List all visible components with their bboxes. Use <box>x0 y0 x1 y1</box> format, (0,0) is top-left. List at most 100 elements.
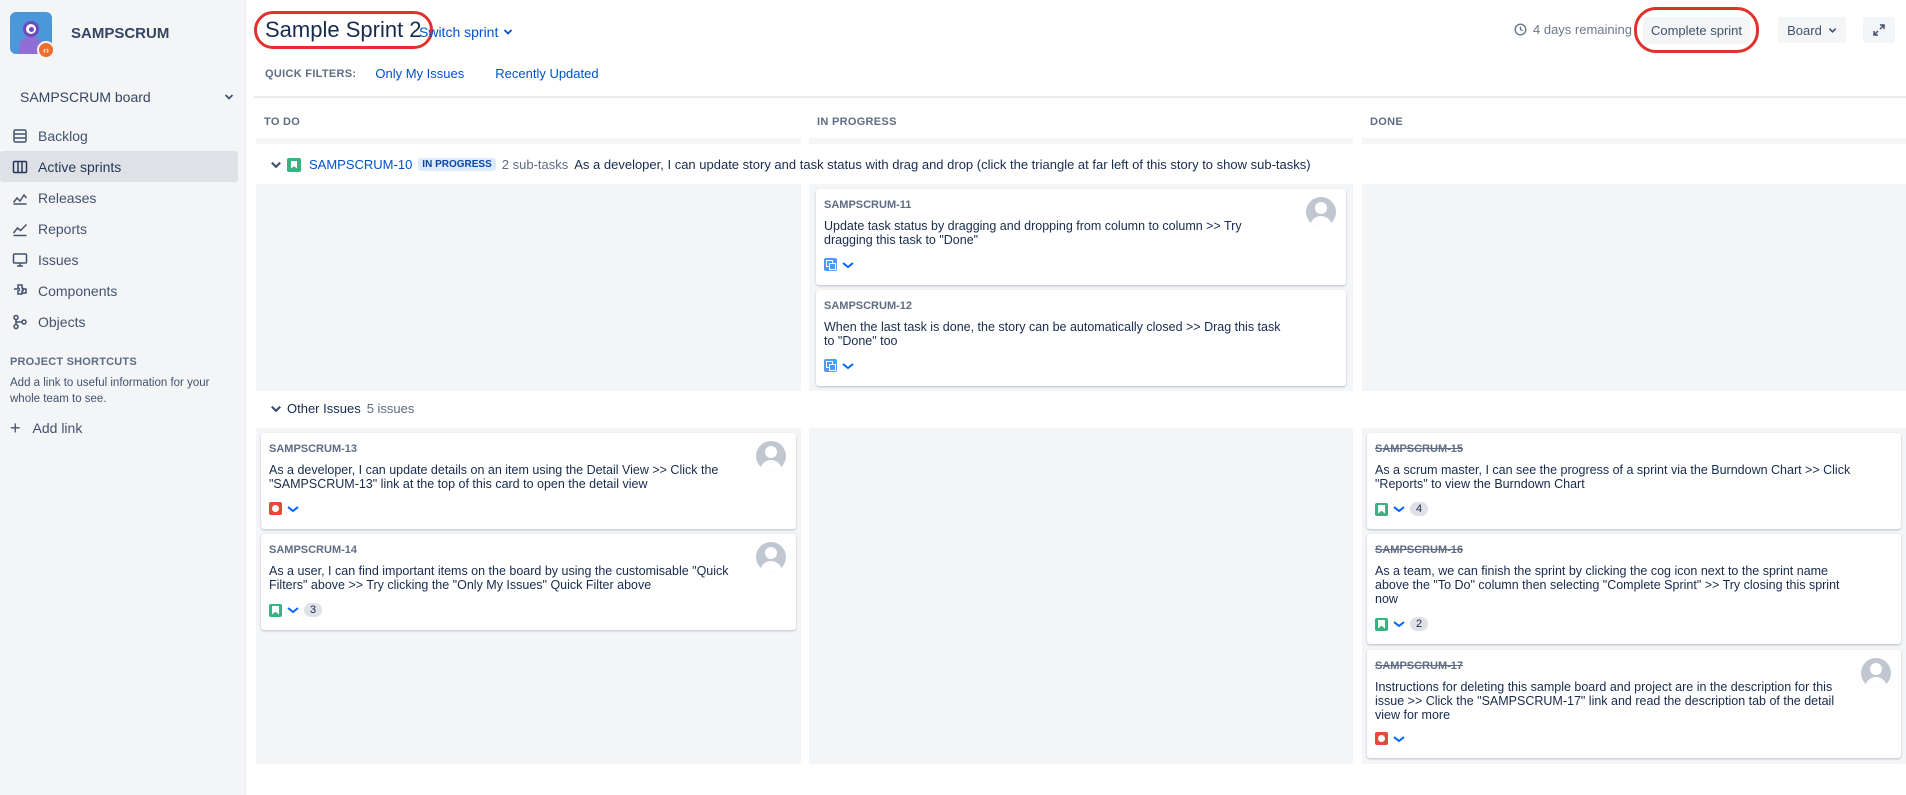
project-shortcuts-title: PROJECT SHORTCUTS <box>10 356 137 368</box>
column-header-in-progress: IN PROGRESS <box>817 116 897 128</box>
sprint-remaining: 4 days remaining <box>1514 22 1632 37</box>
sidebar-item-reports[interactable]: Reports <box>0 213 246 244</box>
priority-low-icon <box>1393 735 1405 742</box>
column-cell-in-progress <box>809 428 1353 764</box>
backlog-icon <box>12 128 28 144</box>
story-points-badge: 3 <box>304 603 323 617</box>
board-menu-button[interactable]: Board <box>1778 17 1846 43</box>
add-link-button[interactable]: + Add link <box>10 419 82 437</box>
issue-count: 5 issues <box>366 401 415 416</box>
sidebar-item-components[interactable]: Components <box>0 275 246 306</box>
issue-card[interactable]: SAMPSCRUM-15 As a scrum master, I can se… <box>1367 433 1901 529</box>
avatar <box>756 542 786 572</box>
board-icon <box>12 159 28 175</box>
sidebar-item-objects[interactable]: Objects <box>0 306 246 337</box>
quick-filters-label: QUICK FILTERS: <box>265 67 357 80</box>
sidebar-item-label: Active sprints <box>38 158 122 175</box>
issue-key[interactable]: SAMPSCRUM-16 <box>1375 544 1893 556</box>
complete-sprint-button[interactable]: Complete sprint <box>1642 16 1751 44</box>
board-menu-label: Board <box>1787 22 1822 38</box>
sidebar-item-backlog[interactable]: Backlog <box>0 120 246 151</box>
issue-card[interactable]: SAMPSCRUM-12 When the last task is done,… <box>816 290 1346 386</box>
sprint-title: Sample Sprint 2 <box>254 11 433 49</box>
priority-low-icon <box>1393 506 1405 513</box>
issue-card[interactable]: SAMPSCRUM-17 Instructions for deleting t… <box>1367 650 1901 758</box>
bug-icon <box>1375 732 1388 745</box>
priority-low-icon <box>842 261 854 268</box>
issue-key[interactable]: SAMPSCRUM-11 <box>824 199 1338 211</box>
avatar <box>1306 197 1336 227</box>
avatar <box>1861 658 1891 688</box>
column-header-todo: TO DO <box>264 116 301 128</box>
column-band <box>256 138 801 144</box>
issues-icon <box>12 252 28 268</box>
card-footer <box>824 258 859 271</box>
issue-summary: As a team, we can finish the sprint by c… <box>1375 564 1840 606</box>
swimlane-story-header[interactable]: SAMPSCRUM-10 IN PROGRESS 2 sub-tasks As … <box>270 157 1311 172</box>
quick-filter-recently-updated[interactable]: Recently Updated <box>495 66 598 81</box>
issue-key[interactable]: SAMPSCRUM-15 <box>1375 443 1893 455</box>
priority-low-icon <box>842 362 854 369</box>
status-badge: IN PROGRESS <box>418 158 496 171</box>
quick-filters: QUICK FILTERS: Only My Issues Recently U… <box>265 66 630 81</box>
column-band <box>809 138 1353 144</box>
sidebar-item-issues[interactable]: Issues <box>0 244 246 275</box>
sidebar-item-label: Releases <box>38 189 97 206</box>
header-divider <box>254 96 1906 98</box>
issue-key[interactable]: SAMPSCRUM-14 <box>269 544 788 556</box>
card-footer <box>1375 732 1410 745</box>
issue-card[interactable]: SAMPSCRUM-11 Update task status by dragg… <box>816 189 1346 285</box>
card-footer <box>269 502 304 515</box>
issue-key[interactable]: SAMPSCRUM-17 <box>1375 660 1893 672</box>
software-project-badge-icon: ‹› <box>37 41 55 59</box>
complete-sprint-highlight: Complete sprint <box>1634 7 1759 53</box>
sidebar-item-label: Backlog <box>38 127 88 144</box>
project-shortcuts-description: Add a link to useful information for you… <box>10 377 210 405</box>
story-icon <box>269 603 282 617</box>
components-icon <box>12 283 28 299</box>
chevron-down-icon[interactable] <box>270 159 282 171</box>
issue-card[interactable]: SAMPSCRUM-16 As a team, we can finish th… <box>1367 534 1901 644</box>
project-sidebar: ‹› SAMPSCRUM SAMPSCRUM board Backlog Act… <box>0 0 246 795</box>
issue-key[interactable]: SAMPSCRUM-13 <box>269 443 788 455</box>
issue-summary: Update task status by dragging and dropp… <box>824 219 1242 247</box>
column-header-done: DONE <box>1370 116 1403 128</box>
subtask-icon <box>824 359 837 372</box>
issue-card[interactable]: SAMPSCRUM-14 As a user, I can find impor… <box>261 534 796 630</box>
project-avatar-icon: ‹› <box>10 12 55 59</box>
chevron-down-icon[interactable] <box>270 403 282 415</box>
priority-low-icon <box>1393 621 1405 628</box>
issue-key[interactable]: SAMPSCRUM-12 <box>824 300 1338 312</box>
switch-sprint-label: Switch sprint <box>419 24 499 40</box>
issue-summary: As a user, I can find important items on… <box>269 564 729 592</box>
subtask-count: 2 sub-tasks <box>501 157 569 172</box>
sidebar-item-active-sprints[interactable]: Active sprints <box>0 151 238 182</box>
clock-icon <box>1514 23 1527 36</box>
subtask-icon <box>824 258 837 271</box>
swimlane-other-issues-header[interactable]: Other Issues 5 issues <box>270 401 414 416</box>
chevron-down-icon <box>504 29 513 35</box>
sidebar-item-releases[interactable]: Releases <box>0 182 246 213</box>
add-link-label: Add link <box>32 420 83 436</box>
story-points-badge: 2 <box>1410 617 1429 631</box>
sidebar-nav: Backlog Active sprints Releases Reports … <box>0 120 246 337</box>
quick-filter-only-my-issues[interactable]: Only My Issues <box>375 66 464 81</box>
card-footer: 3 <box>269 603 323 617</box>
card-footer: 2 <box>1375 617 1429 631</box>
swimlane-label: Other Issues <box>287 401 361 416</box>
project-header[interactable]: ‹› SAMPSCRUM <box>10 12 169 59</box>
priority-low-icon <box>287 505 299 512</box>
board-selector[interactable]: SAMPSCRUM board <box>10 86 234 117</box>
card-footer <box>824 359 859 372</box>
story-icon <box>287 157 301 172</box>
card-footer: 4 <box>1375 502 1429 516</box>
swimlane-issue-key[interactable]: SAMPSCRUM-10 <box>309 157 412 172</box>
switch-sprint-button[interactable]: Switch sprint <box>419 24 513 40</box>
issue-card[interactable]: SAMPSCRUM-13 As a developer, I can updat… <box>261 433 796 529</box>
board-selector-label: SAMPSCRUM board <box>20 89 151 105</box>
issue-summary: Instructions for deleting this sample bo… <box>1375 680 1835 722</box>
issue-summary: When the last task is done, the story ca… <box>824 320 1281 348</box>
plus-icon: + <box>10 418 21 438</box>
sidebar-item-label: Components <box>38 282 118 299</box>
fullscreen-button[interactable] <box>1863 17 1895 43</box>
